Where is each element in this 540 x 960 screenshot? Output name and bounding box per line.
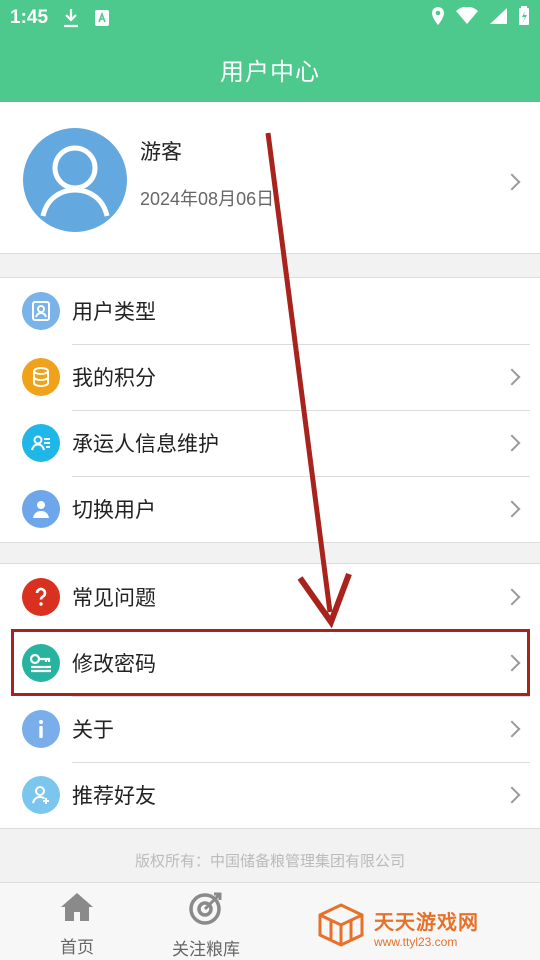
tab-label: 首页 — [60, 938, 94, 958]
carrier-info-icon — [22, 424, 60, 462]
profile-name: 游客 — [140, 140, 182, 164]
menu-label: 切换用户 — [72, 498, 156, 522]
wifi-icon — [456, 6, 478, 29]
chevron-right-icon — [503, 434, 521, 452]
target-icon — [188, 891, 224, 929]
user-type-icon — [22, 292, 60, 330]
question-icon — [22, 578, 60, 616]
chevron-right-icon — [503, 173, 521, 191]
download-icon — [62, 8, 80, 28]
app-notification-icon — [94, 9, 110, 27]
watermark-url: www.ttyl23.com — [374, 934, 458, 949]
app-header: 用户中心 — [0, 36, 540, 102]
menu-item-switch-user[interactable]: 切换用户 — [0, 476, 540, 542]
menu-label: 用户类型 — [72, 300, 156, 324]
chevron-right-icon — [503, 786, 521, 804]
menu-item-carrier-info[interactable]: 承运人信息维护 — [0, 410, 540, 476]
menu-item-faq[interactable]: 常见问题 — [0, 564, 540, 630]
menu-item-my-points[interactable]: 我的积分 — [0, 344, 540, 410]
menu-item-recommend-friend[interactable]: 推荐好友 — [0, 762, 540, 828]
profile-card[interactable]: 游客 2024年08月06日 — [0, 102, 540, 254]
switch-user-icon — [22, 490, 60, 528]
menu-label: 常见问题 — [72, 586, 156, 610]
points-coins-icon — [22, 358, 60, 396]
battery-icon — [518, 6, 530, 30]
watermark-logo: 天天游戏网 www.ttyl23.com — [316, 902, 526, 952]
menu-group-help: 常见问题 修改密码 关于 推荐好友 — [0, 563, 540, 829]
chevron-right-icon — [503, 720, 521, 738]
menu-group-account: 用户类型 我的积分 承运人信息维护 切换用户 — [0, 277, 540, 543]
signal-icon — [488, 7, 508, 29]
highlight-box — [11, 629, 530, 696]
recommend-friend-icon — [22, 776, 60, 814]
chevron-right-icon — [503, 500, 521, 518]
watermark-cube-icon — [316, 902, 366, 952]
profile-date: 2024年08月06日 — [140, 189, 275, 209]
home-icon — [59, 891, 95, 927]
menu-label: 关于 — [72, 718, 114, 742]
tab-home[interactable]: 首页 — [42, 883, 112, 960]
menu-item-user-type[interactable]: 用户类型 — [0, 278, 540, 344]
menu-label: 我的积分 — [72, 366, 156, 390]
watermark-title: 天天游戏网 — [374, 909, 479, 934]
chevron-right-icon — [503, 368, 521, 386]
tab-follow-granary[interactable]: 关注粮库 — [160, 883, 252, 960]
copyright-text: 版权所有：中国储备粮管理集团有限公司 — [134, 852, 405, 870]
location-icon — [430, 6, 446, 30]
avatar — [23, 128, 127, 232]
status-bar: 1:45 — [0, 0, 540, 36]
chevron-right-icon — [503, 588, 521, 606]
menu-item-about[interactable]: 关于 — [0, 696, 540, 762]
menu-label: 推荐好友 — [72, 784, 156, 808]
menu-label: 承运人信息维护 — [72, 432, 219, 456]
status-time: 1:45 — [10, 7, 49, 28]
info-icon — [22, 710, 60, 748]
page-title: 用户中心 — [220, 57, 320, 86]
tab-label: 关注粮库 — [172, 940, 240, 960]
